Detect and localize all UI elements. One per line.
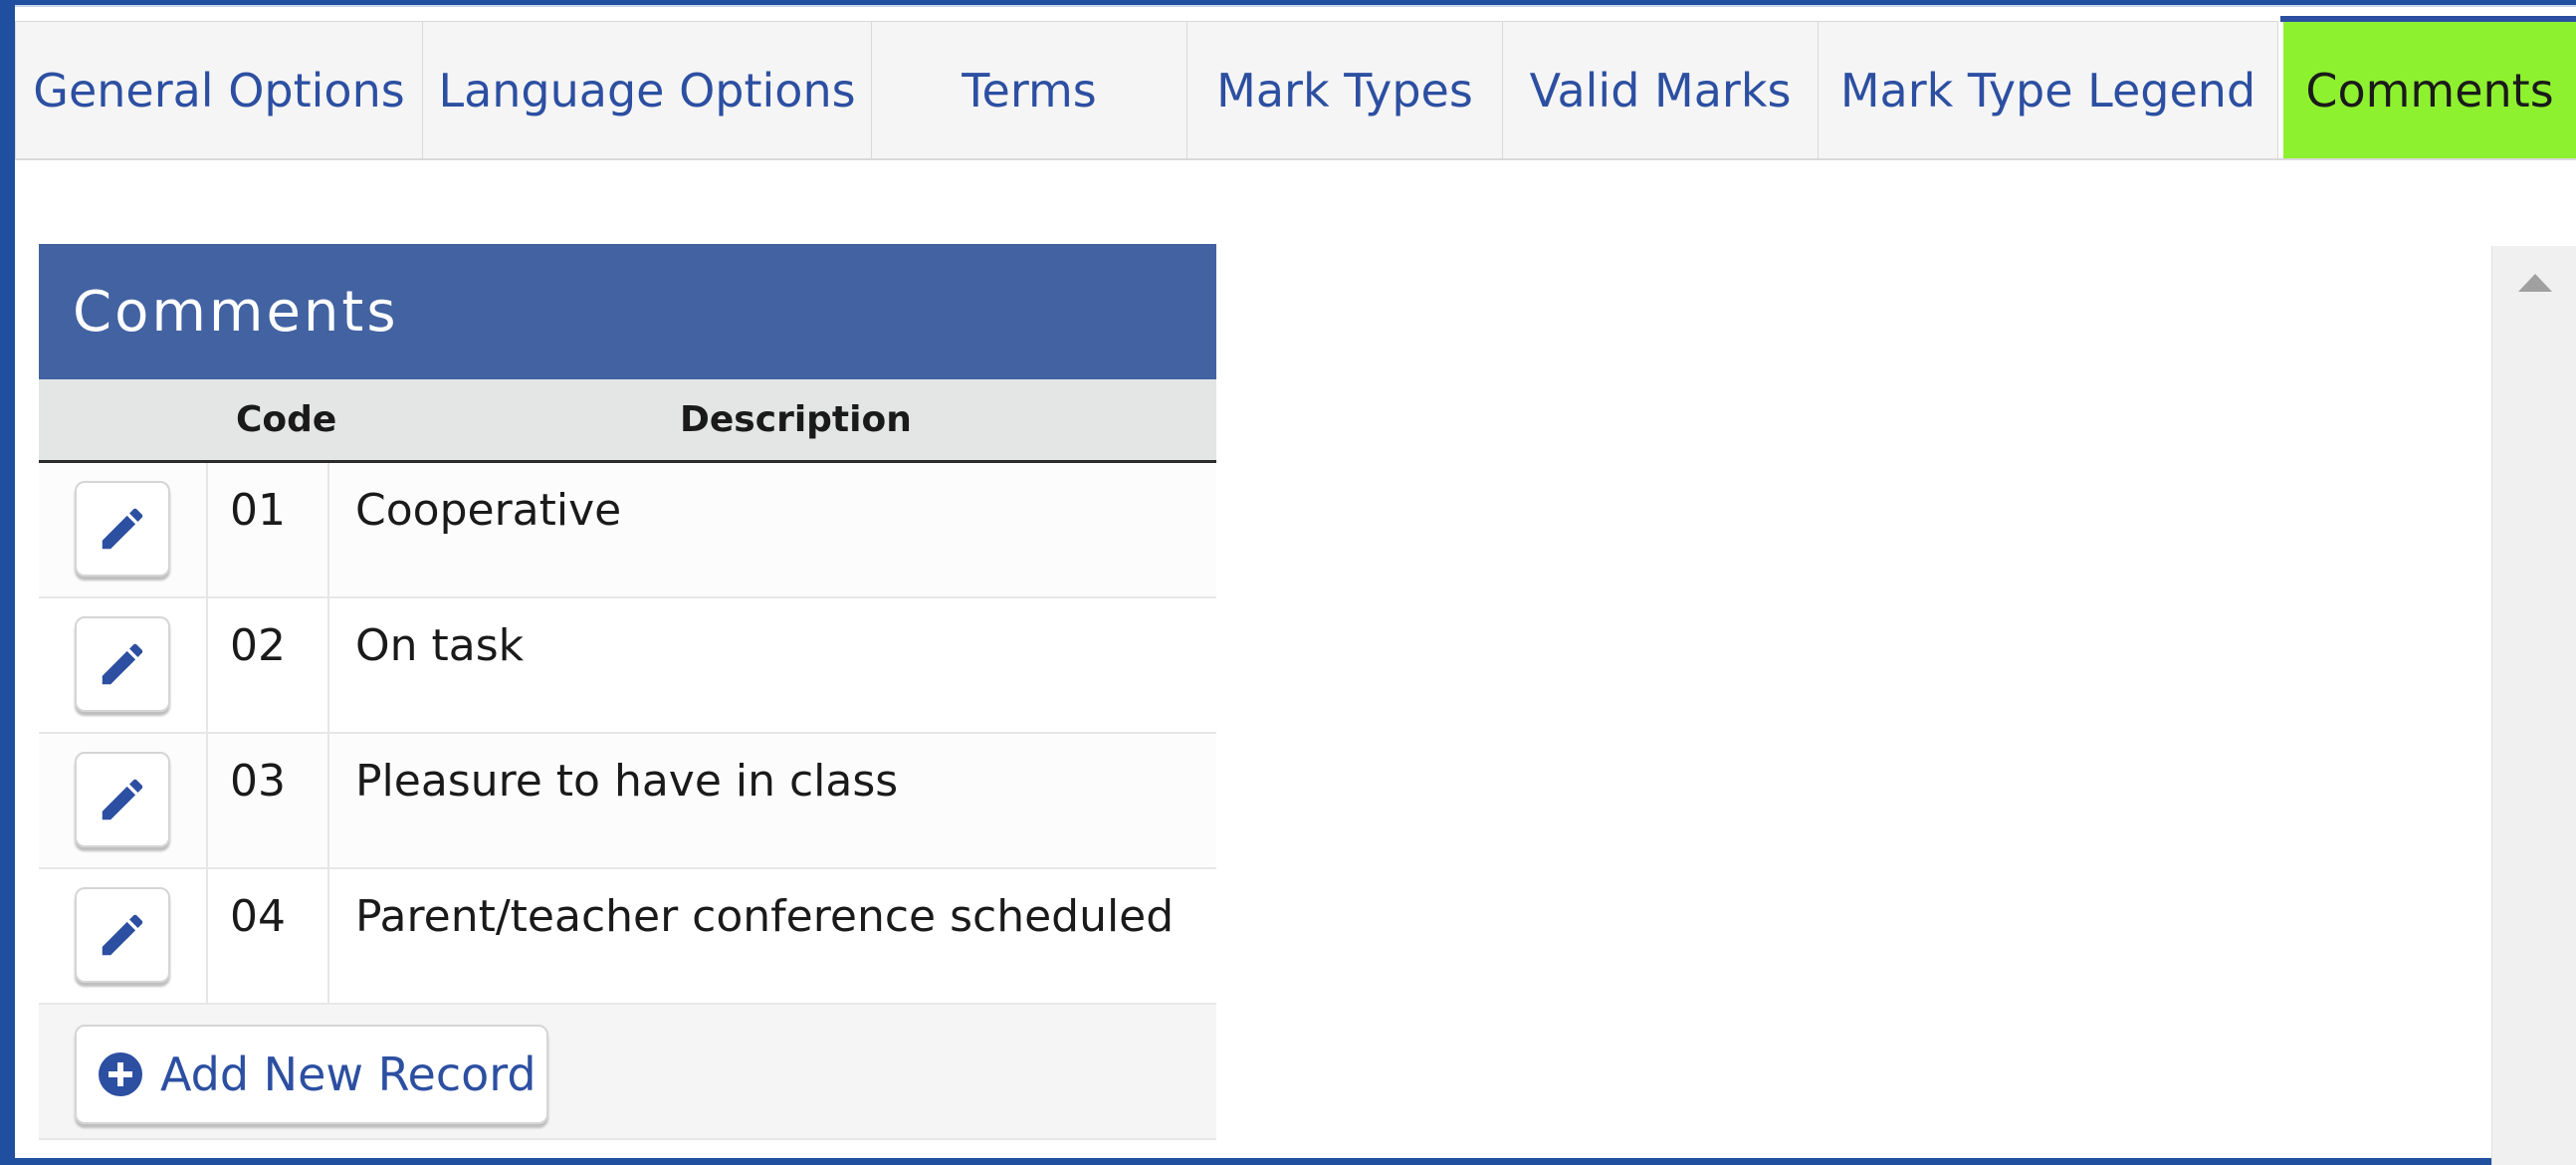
- tab-comments[interactable]: Comments: [2280, 16, 2576, 158]
- add-new-record-button[interactable]: Add New Record: [75, 1025, 548, 1124]
- vertical-scrollbar[interactable]: [2491, 246, 2576, 1165]
- tab-general-options[interactable]: General Options: [15, 21, 423, 158]
- table-header: Code Description: [39, 379, 1216, 463]
- app-frame: General Options Language Options Terms M…: [15, 5, 2576, 1165]
- row-code: 04: [230, 891, 286, 942]
- pencil-icon: [102, 643, 143, 685]
- column-header-description[interactable]: Description: [680, 399, 912, 440]
- tab-terms[interactable]: Terms: [871, 21, 1187, 158]
- table-row: 02 On task: [39, 598, 1216, 734]
- edit-button[interactable]: [75, 752, 170, 847]
- pencil-icon: [102, 914, 143, 956]
- cell-divider: [327, 598, 329, 732]
- row-description: On task: [355, 620, 525, 671]
- table-footer: Add New Record: [39, 1005, 1216, 1140]
- pencil-icon: [102, 779, 143, 820]
- tab-language-options[interactable]: Language Options: [422, 21, 872, 158]
- tab-mark-type-legend[interactable]: Mark Type Legend: [1818, 21, 2278, 158]
- row-code: 03: [230, 756, 286, 807]
- panel-title: Comments: [39, 244, 1216, 379]
- edit-button[interactable]: [75, 481, 170, 577]
- row-description: Cooperative: [355, 485, 622, 536]
- column-header-code[interactable]: Code: [236, 399, 336, 440]
- cell-divider: [327, 734, 329, 867]
- table-row: 01 Cooperative: [39, 463, 1216, 598]
- add-new-record-label: Add New Record: [160, 1048, 537, 1101]
- edit-button[interactable]: [75, 616, 170, 712]
- cell-divider: [327, 869, 329, 1003]
- table-row: 04 Parent/teacher conference scheduled: [39, 869, 1216, 1005]
- tab-valid-marks[interactable]: Valid Marks: [1502, 21, 1819, 158]
- edit-button[interactable]: [75, 887, 170, 983]
- row-code: 01: [230, 485, 286, 536]
- table-row: 03 Pleasure to have in class: [39, 734, 1216, 869]
- row-description: Parent/teacher conference scheduled: [355, 891, 1175, 942]
- tab-mark-types[interactable]: Mark Types: [1186, 21, 1503, 158]
- row-description: Pleasure to have in class: [355, 756, 899, 807]
- pencil-icon: [102, 508, 143, 550]
- row-code: 02: [230, 620, 286, 671]
- plus-circle-icon: [99, 1052, 142, 1096]
- table-body: 01 Cooperative 02 On task 03 Pleasure to…: [39, 463, 1216, 1005]
- comments-panel: Comments Code Description 01 Cooperative: [39, 244, 1216, 1140]
- tab-bar: General Options Language Options Terms M…: [15, 16, 2576, 160]
- cell-divider: [327, 463, 329, 596]
- scroll-up-arrow-icon[interactable]: [2518, 274, 2552, 292]
